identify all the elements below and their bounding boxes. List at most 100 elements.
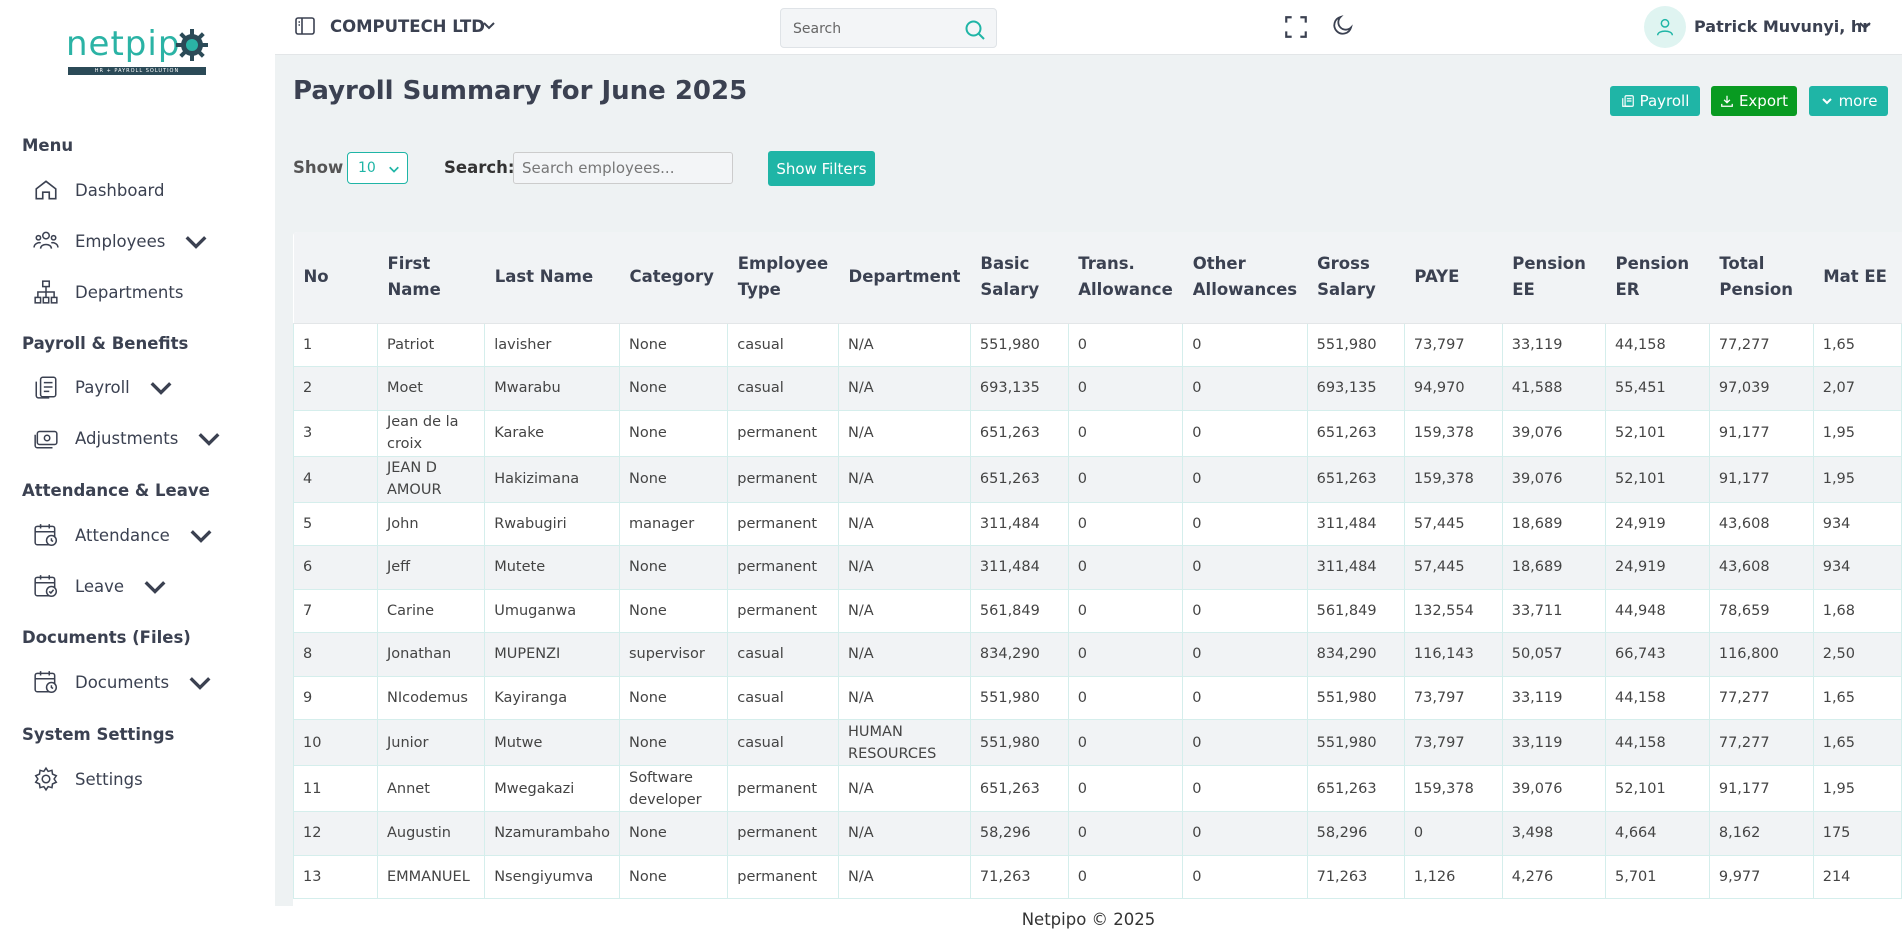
table-cell: None (618, 719, 729, 766)
table-cell: 12 (293, 811, 378, 856)
money-icon (34, 430, 58, 449)
table-cell: permanent (727, 854, 840, 899)
netpipo-logo[interactable]: netpip HR + PAYROLL SOLUTION (66, 22, 211, 78)
sidebar-item-employees[interactable]: Employees (33, 225, 209, 257)
table-cell: permanent (727, 455, 840, 503)
table-row[interactable]: 10 Junior Mutwe None casual HUMAN RESOURCES 55… (293, 719, 1902, 766)
payroll-table: No First Name Last Name Category Employee Ty… (293, 232, 1902, 899)
employee-search-input[interactable] (513, 152, 733, 184)
column-header[interactable]: Category (619, 232, 728, 324)
column-header[interactable]: No (293, 232, 378, 324)
column-header[interactable]: Employee Type (727, 232, 839, 324)
table-row[interactable]: 8 Jonathan MUPENZI supervisor casual N/A 834,2… (293, 632, 1902, 677)
column-header[interactable]: Trans. Allowance (1068, 232, 1183, 324)
column-header[interactable]: Total Pension (1709, 232, 1814, 324)
moon-icon[interactable] (1331, 13, 1355, 37)
org-chart-icon (34, 280, 58, 304)
chevron-down-icon[interactable] (1858, 18, 1872, 32)
sidebar-item-settings[interactable]: Settings (33, 763, 143, 795)
show-filters-button[interactable]: Show Filters (768, 151, 875, 186)
table-cell: 52,101 (1605, 455, 1710, 503)
table-cell: 4,276 (1501, 854, 1607, 899)
table-cell: 1,95 (1812, 765, 1902, 812)
sidebar-item-attendance[interactable]: Attendance (33, 519, 214, 551)
table-cell: 561,849 (969, 588, 1069, 633)
table-row[interactable]: 11 Annet Mwegakazi Software developer perman… (293, 765, 1902, 812)
more-button[interactable]: more (1809, 86, 1888, 116)
table-cell: 24,919 (1605, 545, 1710, 590)
table-row[interactable]: 7 Carine Umuganwa None permanent N/A 561,849 0 0… (293, 588, 1902, 633)
table-cell: 934 (1812, 545, 1902, 590)
table-row[interactable]: 2 Moet Mwarabu None casual N/A 693,135 0 0 693,13… (293, 366, 1902, 411)
table-row[interactable]: 3 Jean de la croix Karake None permanent N/A 6… (293, 409, 1902, 457)
sidebar-item-dashboard[interactable]: Dashboard (33, 174, 165, 206)
table-cell: 0 (1182, 765, 1308, 812)
table-cell: 175 (1812, 811, 1902, 856)
payroll-table-container[interactable]: No First Name Last Name Category Employee Ty… (293, 232, 1902, 906)
table-cell: 0 (1067, 765, 1184, 812)
sidebar-item-documents[interactable]: Documents (33, 666, 213, 698)
entries-per-page-select[interactable]: 10 (347, 152, 408, 184)
avatar[interactable] (1644, 6, 1686, 48)
table-cell: 1,65 (1812, 322, 1902, 367)
table-row[interactable]: 9 NIcodemus Kayiranga None casual N/A 551,980 0… (293, 675, 1902, 720)
sidebar-item-adjustments[interactable]: Adjustments (33, 422, 222, 454)
table-cell: Jeff (376, 545, 486, 590)
column-header[interactable]: Basic Salary (970, 232, 1069, 324)
column-header[interactable]: Department (838, 232, 971, 324)
table-cell: 1,126 (1403, 854, 1503, 899)
table-cell: 11 (293, 765, 378, 812)
payroll-button[interactable]: Payroll (1610, 86, 1700, 116)
table-cell: 4 (293, 455, 378, 503)
table-cell: 651,263 (1306, 409, 1405, 457)
table-row[interactable]: 4 JEAN D AMOUR Hakizimana None permanent N/A 6… (293, 455, 1902, 503)
column-header[interactable]: Last Name (484, 232, 620, 324)
chevron-down-icon (189, 677, 211, 690)
column-header[interactable]: Gross Salary (1307, 232, 1405, 324)
table-cell: 934 (1812, 501, 1902, 546)
section-system-settings: System Settings (22, 725, 175, 744)
table-cell: 551,980 (969, 675, 1069, 720)
table-cell: 116,800 (1708, 632, 1814, 677)
search-icon[interactable] (963, 18, 987, 42)
column-header[interactable]: Pension ER (1605, 232, 1710, 324)
sidebar-toggle-icon[interactable] (293, 14, 317, 38)
table-cell: 18,689 (1501, 545, 1607, 590)
table-row[interactable]: 5 John Rwabugiri manager permanent N/A 311,484… (293, 501, 1902, 546)
column-header[interactable]: First Name (377, 232, 485, 324)
calendar-check-icon (34, 575, 58, 598)
chevron-down-icon[interactable] (482, 18, 496, 32)
table-cell: 0 (1067, 366, 1184, 411)
sidebar-item-label: Departments (75, 282, 184, 302)
column-header[interactable]: Mat EE (1813, 232, 1902, 324)
column-header[interactable]: Other Allowances (1182, 232, 1308, 324)
sidebar-item-departments[interactable]: Departments (33, 276, 183, 308)
table-cell: 3,498 (1501, 811, 1607, 856)
sidebar-item-label: Dashboard (75, 180, 165, 200)
table-row[interactable]: 12 Augustin Nzamurambaho None permanent N/A 58… (293, 811, 1902, 856)
table-cell: 33,119 (1501, 322, 1607, 367)
column-header[interactable]: PAYE (1404, 232, 1503, 324)
table-cell: 39,076 (1501, 765, 1607, 812)
table-cell: Jean de la croix (376, 409, 486, 457)
table-cell: 693,135 (1306, 366, 1405, 411)
table-cell: Rwabugiri (484, 501, 620, 546)
sidebar-item-leave[interactable]: Leave (33, 570, 168, 602)
export-button[interactable]: Export (1711, 86, 1797, 116)
sidebar-item-payroll[interactable]: Payroll (33, 371, 174, 403)
table-cell: 0 (1182, 719, 1308, 766)
fullscreen-icon[interactable] (1283, 14, 1309, 40)
table-row[interactable]: 13 EMMANUEL Nsengiyumva None permanent N/A 71,… (293, 854, 1902, 899)
global-search-input[interactable] (793, 18, 953, 40)
table-row[interactable]: 6 Jeff Mutete None permanent N/A 311,484 0 0 311,… (293, 545, 1902, 590)
payroll-icon (35, 376, 57, 399)
sidebar-item-label: Leave (75, 576, 125, 596)
table-cell: 5,701 (1605, 854, 1710, 899)
column-header[interactable]: Pension EE (1502, 232, 1606, 324)
table-row[interactable]: 1 Patriot lavisher None casual N/A 551,980 0 0 55… (293, 322, 1902, 367)
table-cell: 55,451 (1605, 366, 1710, 411)
user-name[interactable]: Patrick Muvunyi, hr (1694, 17, 1870, 36)
table-cell: Moet (376, 366, 486, 411)
table-cell: 24,919 (1605, 501, 1710, 546)
company-selector[interactable]: COMPUTECH LTD (330, 17, 485, 36)
